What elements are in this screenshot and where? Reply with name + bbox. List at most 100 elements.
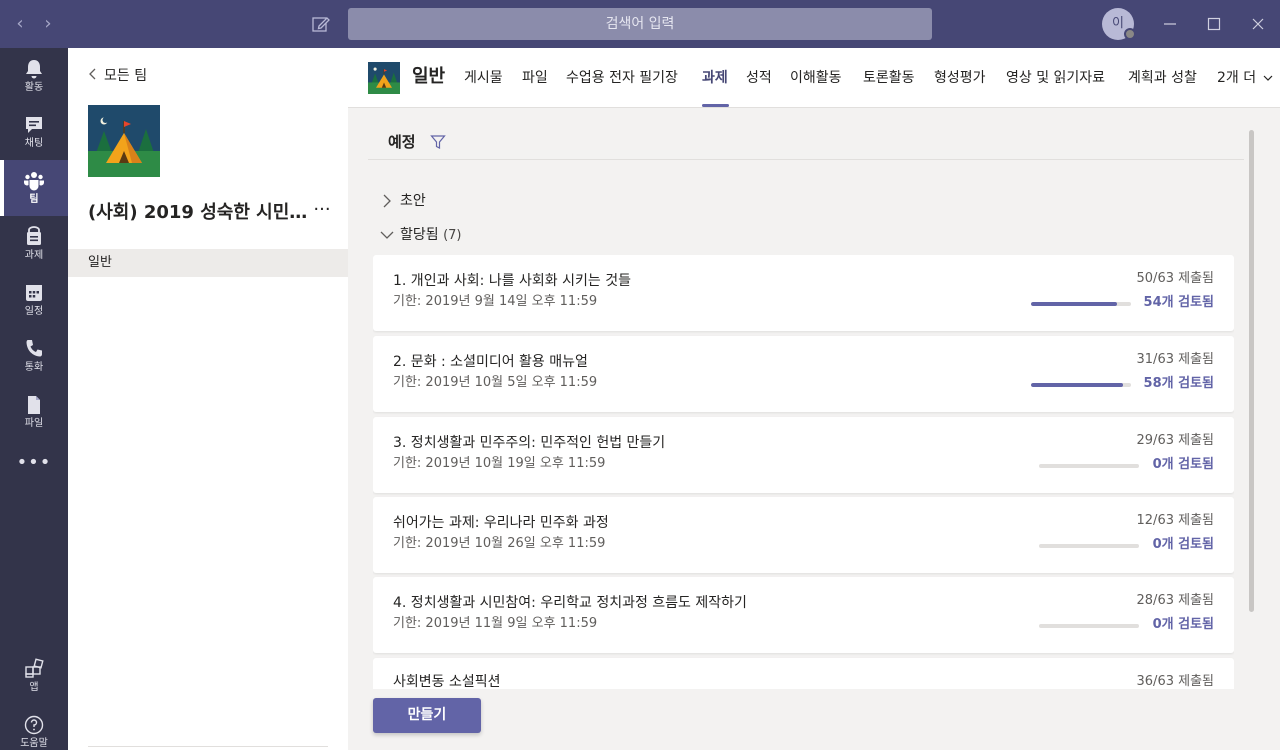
tab-plan-reflection[interactable]: 계획과 성찰 bbox=[1128, 68, 1197, 88]
assignments-icon bbox=[27, 226, 41, 245]
chevron-down-icon bbox=[1263, 75, 1273, 81]
calendar-icon bbox=[26, 285, 42, 301]
all-teams-link[interactable]: 모든 팀 bbox=[88, 66, 147, 86]
team-panel: 모든 팀 (사회) 2019 성숙한 시민... ··· 일반 bbox=[68, 48, 348, 750]
scrollbar[interactable] bbox=[1249, 130, 1254, 612]
create-button[interactable]: 만들기 bbox=[373, 698, 481, 733]
rail-label: 일정 bbox=[24, 306, 44, 317]
reviewed-count: 0개 검토됨 bbox=[1152, 617, 1214, 632]
rail-item-teams[interactable]: 팀 bbox=[0, 160, 68, 216]
assignment-card[interactable]: 1. 개인과 사회: 나를 사회화 시키는 것들 기한: 2019년 9월 14… bbox=[373, 255, 1234, 331]
submitted-count: 29/63 제출됨 bbox=[1136, 433, 1214, 448]
review-progress-bar bbox=[1031, 383, 1131, 387]
rail-item-assignments[interactable]: 과제 bbox=[0, 216, 68, 272]
tab-grades[interactable]: 성적 bbox=[746, 68, 772, 88]
filter-title: 예정 bbox=[388, 133, 416, 151]
chevron-down-icon bbox=[380, 231, 394, 239]
tab-more[interactable]: 2개 더 bbox=[1217, 68, 1273, 88]
assignment-card[interactable]: 4. 정치생활과 시민참여: 우리학교 정치과정 흐름도 제작하기 기한: 20… bbox=[373, 577, 1234, 653]
maximize-icon[interactable] bbox=[1202, 12, 1226, 36]
back-arrow-icon[interactable]: ‹ bbox=[10, 12, 30, 36]
reviewed-count: 0개 검토됨 bbox=[1152, 537, 1214, 552]
assignment-title: 사회변동 소설픽션 bbox=[393, 674, 501, 689]
assignment-card[interactable]: 2. 문화 : 소셜미디어 활용 매뉴얼 기한: 2019년 10월 5일 오후… bbox=[373, 336, 1234, 412]
channel-item-general[interactable]: 일반 bbox=[68, 249, 348, 277]
tab-posts[interactable]: 게시물 bbox=[464, 68, 503, 88]
rail-item-apps[interactable]: 앱 bbox=[0, 648, 68, 704]
rail-label: 통화 bbox=[24, 362, 44, 373]
app-rail: 활동 채팅 팀 과제 일정 통화 파일 ••• 앱 도움말 bbox=[0, 48, 68, 750]
submitted-count: 28/63 제출됨 bbox=[1136, 593, 1214, 608]
review-progress-bar bbox=[1039, 624, 1139, 628]
assignment-due: 기한: 2019년 11월 9일 오후 11:59 bbox=[393, 616, 598, 631]
rail-item-chat[interactable]: 채팅 bbox=[0, 104, 68, 160]
compose-icon[interactable] bbox=[310, 13, 332, 35]
divider bbox=[88, 746, 328, 747]
channel-label: 일반 bbox=[88, 255, 112, 270]
channel-header: 일반 게시물 파일 수업용 전자 필기장 과제 성적 이해활동 토론활동 형성평… bbox=[348, 48, 1280, 108]
active-tab-indicator bbox=[702, 104, 729, 107]
search-input[interactable]: 검색어 입력 bbox=[348, 8, 932, 40]
divider bbox=[368, 159, 1244, 160]
assignment-title: 쉬어가는 과제: 우리나라 민주화 과정 bbox=[393, 515, 609, 531]
submitted-count: 50/63 제출됨 bbox=[1136, 271, 1214, 286]
review-progress-bar bbox=[1039, 464, 1139, 468]
title-bar: ‹ › 검색어 입력 이 bbox=[0, 0, 1280, 48]
file-icon bbox=[28, 396, 40, 414]
rail-label: 과제 bbox=[24, 250, 44, 261]
assignment-list: 1. 개인과 사회: 나를 사회화 시키는 것들 기한: 2019년 9월 14… bbox=[373, 255, 1234, 689]
rail-label: 채팅 bbox=[24, 138, 44, 149]
rail-item-activity[interactable]: 활동 bbox=[0, 48, 68, 104]
section-draft-label: 초안 bbox=[400, 193, 426, 209]
section-draft[interactable]: 초안 bbox=[380, 191, 480, 211]
assignment-card[interactable]: 쉬어가는 과제: 우리나라 민주화 과정 기한: 2019년 10월 26일 오… bbox=[373, 497, 1234, 573]
tab-class-notebook[interactable]: 수업용 전자 필기장 bbox=[566, 68, 678, 88]
rail-item-help[interactable]: 도움말 bbox=[0, 704, 68, 750]
help-icon bbox=[24, 715, 44, 735]
more-apps-icon[interactable]: ••• bbox=[0, 453, 68, 483]
assignment-title: 1. 개인과 사회: 나를 사회화 시키는 것들 bbox=[393, 273, 631, 289]
section-assigned-label: 할당됨 bbox=[400, 227, 439, 243]
rail-item-calls[interactable]: 통화 bbox=[0, 328, 68, 384]
rail-item-calendar[interactable]: 일정 bbox=[0, 272, 68, 328]
team-name: (사회) 2019 성숙한 시민... bbox=[88, 202, 308, 223]
teams-icon bbox=[24, 172, 44, 191]
tab-formative-assessment[interactable]: 형성평가 bbox=[934, 68, 986, 88]
tab-discussion[interactable]: 토론활동 bbox=[863, 68, 915, 88]
presence-status-icon bbox=[1124, 28, 1136, 40]
submitted-count: 31/63 제출됨 bbox=[1136, 352, 1214, 367]
tab-more-label: 2개 더 bbox=[1217, 70, 1257, 86]
assignment-due: 기한: 2019년 10월 19일 오후 11:59 bbox=[393, 456, 606, 471]
submitted-count: 12/63 제출됨 bbox=[1136, 513, 1214, 528]
review-progress-bar bbox=[1039, 544, 1139, 548]
reviewed-count: 0개 검토됨 bbox=[1152, 457, 1214, 472]
minimize-icon[interactable] bbox=[1158, 12, 1182, 36]
assignment-title: 3. 정치생활과 민주주의: 민주적인 헌법 만들기 bbox=[393, 435, 666, 451]
review-progress-bar bbox=[1031, 302, 1131, 306]
rail-label: 활동 bbox=[24, 82, 44, 93]
bell-icon bbox=[26, 60, 42, 79]
forward-arrow-icon[interactable]: › bbox=[38, 12, 58, 36]
tab-files[interactable]: 파일 bbox=[522, 68, 548, 88]
close-icon[interactable] bbox=[1246, 12, 1270, 36]
assigned-count: (7) bbox=[443, 228, 462, 243]
assignment-card[interactable]: 3. 정치생활과 민주주의: 민주적인 헌법 만들기 기한: 2019년 10월… bbox=[373, 417, 1234, 493]
reviewed-count: 58개 검토됨 bbox=[1143, 376, 1214, 391]
all-teams-label: 모든 팀 bbox=[104, 68, 148, 84]
rail-item-files[interactable]: 파일 bbox=[0, 384, 68, 440]
reviewed-count: 54개 검토됨 bbox=[1143, 295, 1214, 310]
tab-assignments[interactable]: 과제 bbox=[702, 68, 728, 88]
section-assigned[interactable]: 할당됨 (7) bbox=[380, 225, 500, 245]
team-more-options-button[interactable]: ··· bbox=[310, 198, 334, 222]
phone-icon bbox=[26, 340, 42, 357]
assignment-due: 기한: 2019년 10월 26일 오후 11:59 bbox=[393, 536, 606, 551]
chat-icon bbox=[26, 117, 42, 133]
tab-videos-readings[interactable]: 영상 및 읽기자료 bbox=[1006, 68, 1105, 88]
apps-icon bbox=[25, 658, 44, 678]
assignment-title: 4. 정치생활과 시민참여: 우리학교 정치과정 흐름도 제작하기 bbox=[393, 595, 747, 611]
rail-label: 도움말 bbox=[20, 738, 48, 749]
filter-icon[interactable] bbox=[430, 134, 446, 150]
tab-understanding[interactable]: 이해활동 bbox=[790, 68, 842, 88]
channel-title: 일반 bbox=[412, 66, 446, 87]
assignment-card[interactable]: 사회변동 소설픽션 36/63 제출됨 bbox=[373, 658, 1234, 689]
